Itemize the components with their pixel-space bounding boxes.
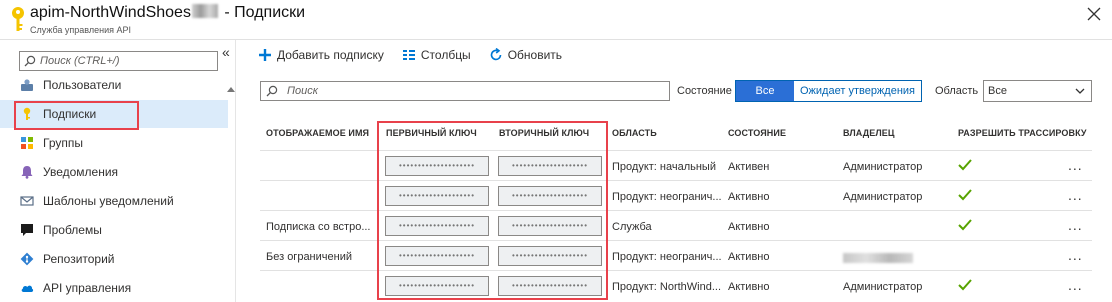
page-title-prefix: apim-NorthWindShoes — [30, 4, 191, 21]
sidebar-item-repository[interactable]: Репозиторий — [0, 245, 228, 273]
columns-button[interactable]: Столбцы — [402, 48, 471, 62]
bell-icon — [21, 166, 33, 179]
search-icon — [24, 55, 36, 67]
key-icon — [12, 7, 24, 31]
scope-cell: Служба — [612, 221, 652, 233]
redacted-text — [191, 4, 218, 18]
chevron-down-icon — [1075, 88, 1085, 94]
columns-icon — [402, 50, 415, 60]
page-title: apim-NorthWindShoes - Подписки — [30, 4, 305, 22]
column-header-state[interactable]: СОСТОЯНИЕ — [728, 128, 786, 138]
more-actions-button[interactable]: ... — [1068, 277, 1083, 293]
check-icon — [958, 219, 972, 231]
page-subtitle: Служба управления API — [30, 25, 132, 35]
column-header-allow-tracing[interactable]: РАЗРЕШИТЬ ТРАССИРОВКУ — [958, 128, 1087, 138]
refresh-label: Обновить — [507, 48, 563, 62]
sidebar: Поиск (CTRL+/) « Пользователи Подписки Г… — [0, 40, 236, 302]
owner-cell: Администратор — [843, 191, 923, 203]
refresh-button[interactable]: Обновить — [489, 48, 562, 62]
highlight-box-subscriptions — [14, 101, 139, 130]
sidebar-item-notification-templates[interactable]: Шаблоны уведомлений — [0, 187, 228, 215]
area-select[interactable]: Все — [983, 80, 1092, 102]
comment-icon — [21, 224, 33, 236]
highlight-box-keys — [377, 121, 608, 300]
display-name-cell: Без ограничений — [266, 251, 352, 263]
add-subscription-label: Добавить подписку — [277, 48, 384, 62]
search-placeholder: Поиск — [287, 85, 318, 97]
plus-icon — [259, 49, 271, 61]
blade-header: apim-NorthWindShoes - Подписки Служба уп… — [0, 0, 1112, 40]
sidebar-item-label: Группы — [43, 136, 83, 150]
mail-icon — [20, 196, 34, 206]
state-cell: Активно — [728, 281, 770, 293]
scope-cell: Продукт: неогранич... — [612, 191, 722, 203]
sidebar-item-users[interactable]: Пользователи — [0, 71, 228, 99]
page-title-suffix: - Подписки — [219, 4, 306, 21]
groups-icon — [21, 137, 33, 149]
check-icon — [958, 279, 972, 291]
display-name-cell: Подписка со встро... — [266, 221, 371, 233]
sidebar-item-label: Пользователи — [43, 78, 122, 92]
close-icon[interactable] — [1086, 6, 1102, 22]
add-subscription-button[interactable]: Добавить подписку — [258, 48, 384, 62]
state-cell: Активно — [728, 191, 770, 203]
more-actions-button[interactable]: ... — [1068, 157, 1083, 173]
sidebar-item-notifications[interactable]: Уведомления — [0, 158, 228, 186]
search-icon — [266, 85, 278, 97]
column-header-display-name[interactable]: ОТОБРАЖАЕМОЕ ИМЯ — [266, 128, 369, 138]
refresh-icon — [490, 48, 501, 61]
sidebar-item-label: API управления — [43, 281, 132, 295]
column-header-scope[interactable]: ОБЛАСТЬ — [612, 128, 657, 138]
state-pending-option[interactable]: Ожидает утверждения — [794, 81, 922, 101]
columns-label: Столбцы — [420, 48, 471, 62]
check-icon — [958, 159, 972, 171]
sidebar-item-label: Уведомления — [43, 165, 119, 179]
owner-cell: Администратор — [843, 281, 923, 293]
sidebar-item-label: Репозиторий — [43, 252, 115, 266]
more-actions-button[interactable]: ... — [1068, 247, 1083, 263]
scope-cell: Продукт: начальный — [612, 161, 716, 173]
users-icon — [21, 79, 33, 91]
owner-cell: Администратор — [843, 161, 923, 173]
collapse-sidebar-button[interactable]: « — [222, 44, 230, 60]
more-actions-button[interactable]: ... — [1068, 217, 1083, 233]
column-header-owner[interactable]: ВЛАДЕЛЕЦ — [843, 128, 895, 138]
sidebar-item-management-api[interactable]: API управления — [0, 274, 228, 302]
sidebar-search-placeholder: Поиск (CTRL+/) — [40, 55, 120, 67]
cloud-icon — [21, 285, 34, 292]
scroll-up-arrow[interactable] — [227, 87, 235, 92]
area-filter-label: Область — [935, 85, 979, 97]
sidebar-search-input[interactable]: Поиск (CTRL+/) — [19, 51, 218, 71]
state-cell: Активно — [728, 221, 770, 233]
state-all-option[interactable]: Все — [736, 81, 794, 101]
state-cell: Активно — [728, 251, 770, 263]
check-icon — [958, 189, 972, 201]
toolbar: Добавить подписку Столбцы Обновить — [258, 44, 580, 66]
area-select-value: Все — [988, 85, 1007, 97]
sidebar-item-label: Шаблоны уведомлений — [43, 194, 174, 208]
sidebar-item-groups[interactable]: Группы — [0, 129, 228, 157]
search-input[interactable]: Поиск — [260, 81, 670, 101]
state-cell: Активен — [728, 161, 770, 173]
redacted-owner — [843, 253, 913, 263]
state-filter-label: Состояние — [677, 85, 732, 97]
more-actions-button[interactable]: ... — [1068, 187, 1083, 203]
scope-cell: Продукт: неогранич... — [612, 251, 722, 263]
git-icon — [20, 252, 34, 266]
state-filter-toggle: Все Ожидает утверждения — [735, 80, 923, 102]
sidebar-item-label: Проблемы — [43, 223, 102, 237]
sidebar-item-issues[interactable]: Проблемы — [0, 216, 228, 244]
scope-cell: Продукт: NorthWind... — [612, 281, 722, 293]
